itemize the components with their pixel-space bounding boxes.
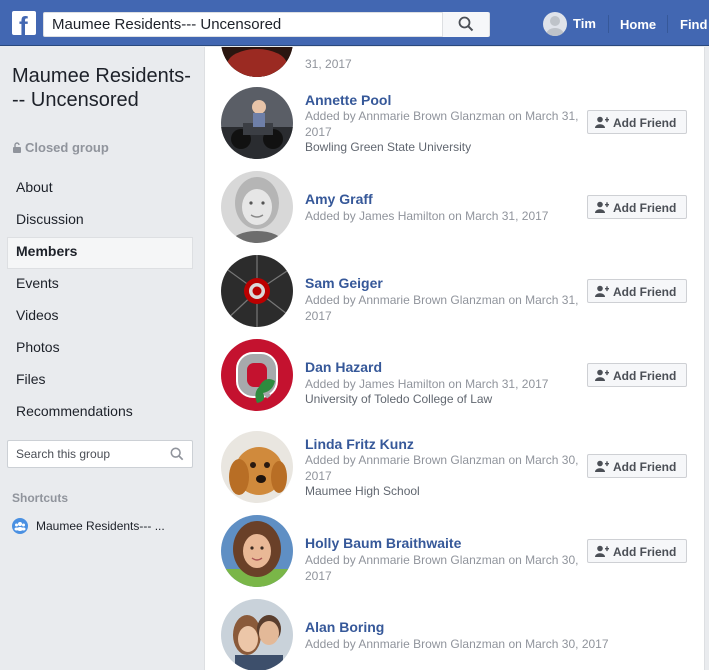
list-item: Holly Baum Braithwaite Added by Annmarie…: [205, 515, 704, 599]
list-item: Linda Fritz Kunz Added by Annmarie Brown…: [205, 431, 704, 521]
group-search-box: [7, 440, 193, 468]
shortcut-label: Maumee Residents--- ...: [36, 519, 165, 533]
member-added-info: Added by Annmarie Brown Glanzman on Marc…: [305, 553, 579, 583]
add-friend-icon: [595, 201, 609, 213]
global-search-box: [43, 12, 490, 37]
sidebar-item-photos[interactable]: Photos: [7, 333, 193, 365]
user-avatar: [543, 12, 567, 36]
add-friend-button[interactable]: Add Friend: [587, 539, 687, 563]
member-name[interactable]: Alan Boring: [305, 619, 384, 635]
add-friend-icon: [595, 460, 609, 472]
list-item: Dan Hazard Added by James Hamilton on Ma…: [205, 339, 704, 429]
member-avatar[interactable]: [221, 599, 293, 670]
add-friend-icon: [595, 545, 609, 557]
member-school[interactable]: Bowling Green State University: [305, 140, 471, 154]
member-added-info: Added by Annmarie Brown Glanzman on Marc…: [305, 453, 579, 483]
search-icon: [458, 16, 474, 32]
group-search-input[interactable]: [16, 445, 166, 463]
member-avatar[interactable]: [221, 339, 293, 411]
page-gutter: [705, 47, 709, 670]
sidebar-item-events[interactable]: Events: [7, 269, 193, 301]
member-name[interactable]: Holly Baum Braithwaite: [305, 535, 461, 551]
home-link[interactable]: Home: [620, 17, 656, 32]
sidebar-item-about[interactable]: About: [7, 173, 193, 205]
list-item: 31, 2017: [205, 47, 704, 77]
group-sidebar: Maumee Residents--- Uncensored Closed gr…: [0, 47, 204, 670]
search-icon[interactable]: [170, 447, 184, 461]
group-icon: [12, 518, 28, 534]
member-name[interactable]: Sam Geiger: [305, 275, 383, 291]
sidebar-item-videos[interactable]: Videos: [7, 301, 193, 333]
member-added-info: Added by Annmarie Brown Glanzman on Marc…: [305, 109, 579, 139]
member-school[interactable]: Maumee High School: [305, 484, 420, 498]
member-name[interactable]: Dan Hazard: [305, 359, 382, 375]
member-added-info: Added by James Hamilton on March 31, 201…: [305, 377, 549, 391]
search-button[interactable]: [442, 12, 489, 37]
add-friend-icon: [595, 369, 609, 381]
nav-divider: [608, 15, 609, 33]
member-avatar[interactable]: [221, 87, 293, 159]
list-item: Alan Boring Added by Annmarie Brown Glan…: [205, 599, 704, 670]
lock-icon: [13, 142, 21, 153]
top-navigation-bar: f Tim Home Find: [0, 0, 709, 46]
member-added-info: Added by Annmarie Brown Glanzman on Marc…: [305, 637, 609, 651]
nav-divider: [667, 15, 668, 33]
sidebar-item-recommendations[interactable]: Recommendations: [7, 397, 193, 429]
list-item: Sam Geiger Added by Annmarie Brown Glanz…: [205, 255, 704, 339]
list-item: Annette Pool Added by Annmarie Brown Gla…: [205, 87, 704, 171]
user-name: Tim: [573, 16, 596, 31]
list-item: Amy Graff Added by James Hamilton on Mar…: [205, 171, 704, 255]
member-added-info: Added by James Hamilton on March 31, 201…: [305, 209, 549, 223]
member-avatar[interactable]: [221, 255, 293, 327]
member-name[interactable]: Annette Pool: [305, 92, 391, 108]
member-avatar[interactable]: [221, 47, 293, 77]
sidebar-item-members[interactable]: Members: [7, 237, 193, 269]
member-name[interactable]: Linda Fritz Kunz: [305, 436, 414, 452]
shortcuts-heading: Shortcuts: [12, 491, 69, 505]
add-friend-button[interactable]: Add Friend: [587, 110, 687, 134]
add-friend-icon: [595, 285, 609, 297]
member-avatar[interactable]: [221, 171, 293, 243]
global-search-input[interactable]: [52, 14, 442, 35]
member-added-info: 31, 2017: [305, 57, 352, 71]
add-friend-icon: [595, 116, 609, 128]
member-school[interactable]: University of Toledo College of Law: [305, 392, 492, 406]
group-nav: About Discussion Members Events Videos P…: [7, 173, 193, 429]
group-privacy: Closed group: [12, 140, 109, 155]
member-avatar[interactable]: [221, 515, 293, 587]
add-friend-button[interactable]: Add Friend: [587, 195, 687, 219]
sidebar-item-files[interactable]: Files: [7, 365, 193, 397]
find-friends-link[interactable]: Find: [680, 17, 707, 32]
group-title[interactable]: Maumee Residents--- Uncensored: [12, 64, 192, 112]
add-friend-button[interactable]: Add Friend: [587, 454, 687, 478]
member-added-info: Added by Annmarie Brown Glanzman on Marc…: [305, 293, 579, 323]
facebook-logo-icon[interactable]: f: [12, 11, 36, 35]
members-list: 31, 2017 Annette Pool Added by Annmarie …: [204, 47, 705, 670]
member-name[interactable]: Amy Graff: [305, 191, 373, 207]
member-avatar[interactable]: [221, 431, 293, 503]
sidebar-item-discussion[interactable]: Discussion: [7, 205, 193, 237]
add-friend-button[interactable]: Add Friend: [587, 279, 687, 303]
add-friend-button[interactable]: Add Friend: [587, 363, 687, 387]
